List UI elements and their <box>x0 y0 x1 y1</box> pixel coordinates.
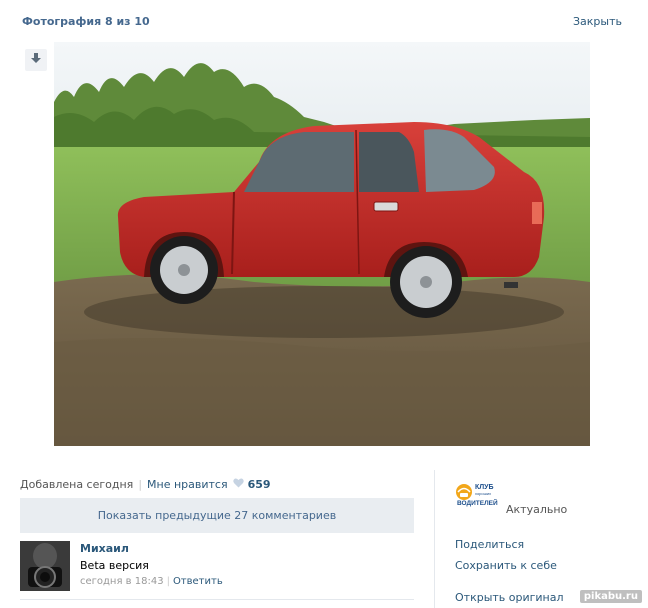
viewer-header: Фотография 8 из 10 Закрыть <box>22 15 622 33</box>
likes-count[interactable]: 659 <box>248 478 271 491</box>
show-previous-comments-button[interactable]: Показать предыдущие 27 комментариев <box>20 498 414 533</box>
close-button[interactable]: Закрыть <box>573 15 622 28</box>
share-link[interactable]: Поделиться <box>455 538 524 551</box>
meta-separator: | <box>138 477 143 491</box>
heart-icon[interactable] <box>232 477 244 491</box>
photo-meta: Добавлена сегодня | Мне нравится 659 <box>20 477 271 491</box>
reply-button[interactable]: Ответить <box>173 576 223 587</box>
comment-divider <box>20 599 414 600</box>
comment-text: Beta версия <box>80 559 149 572</box>
sidebar-divider <box>434 470 435 608</box>
logo-line2: хороших <box>475 491 491 496</box>
owner-block: КЛУБ хороших ВОДИТЕЛЕЙ Актуально <box>455 481 635 521</box>
download-button[interactable] <box>25 49 47 71</box>
comment-author[interactable]: Михаил <box>80 542 129 555</box>
logo-line3: ВОДИТЕЛЕЙ <box>457 498 498 507</box>
open-original-link[interactable]: Открыть оригинал <box>455 591 564 604</box>
comment-footer: сегодня в 18:43 | Ответить <box>80 576 223 587</box>
like-button[interactable]: Мне нравится <box>147 478 228 491</box>
watermark: pikabu.ru <box>579 590 642 603</box>
owner-status: Актуально <box>506 503 568 516</box>
comment-time[interactable]: сегодня в 18:43 <box>80 576 164 587</box>
avatar[interactable] <box>20 541 70 591</box>
show-previous-comments-label: Показать предыдущие 27 комментариев <box>97 509 337 522</box>
photo-counter-title: Фотография 8 из 10 <box>22 15 150 28</box>
added-date: Добавлена сегодня <box>20 477 134 491</box>
photo-image[interactable] <box>54 42 590 446</box>
comment-item: Михаил Beta версия сегодня в 18:43 | Ответ… <box>20 541 414 593</box>
save-to-album-link[interactable]: Сохранить к себе <box>455 559 557 572</box>
comment-footer-separator: | <box>166 576 170 587</box>
download-icon <box>31 53 41 67</box>
logo-line1: КЛУБ <box>475 484 494 491</box>
group-logo[interactable]: КЛУБ хороших ВОДИТЕЛЕЙ <box>455 481 501 509</box>
